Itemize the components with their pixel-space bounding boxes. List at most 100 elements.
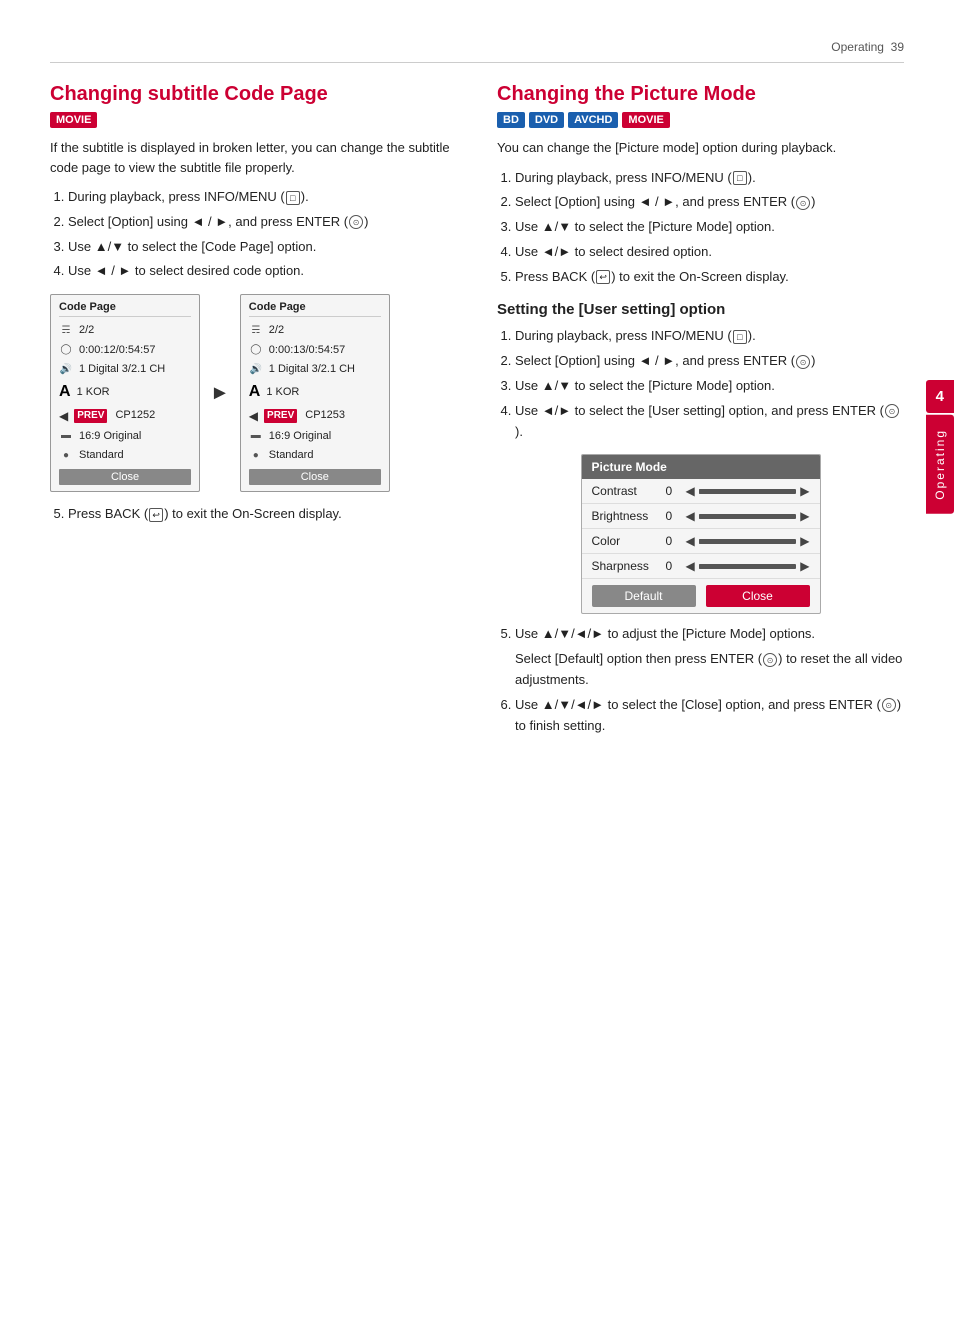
cp-box1-r7-text: Standard [79, 448, 124, 463]
cp-audio-icon: 🔊 [59, 363, 73, 377]
pm-fill-contrast [699, 489, 738, 494]
cp-box2-title: Code Page [249, 301, 381, 317]
cp-box1-r6-text: 16:9 Original [79, 429, 141, 444]
cp-box2-r7-text: Standard [269, 448, 314, 463]
cp-box2-chevron: ◀ [249, 408, 258, 425]
cp-box1-row4: A 1 KOR [59, 379, 191, 405]
back-icon-left: ↩ [149, 508, 163, 522]
cp-box2-row4: A 1 KOR [249, 379, 381, 405]
pm-bar-brightness [699, 514, 797, 519]
cp-box2-r3-text: 1 Digital 3/2.1 CH [269, 362, 355, 377]
pm-chevron-right-sharpness: ▶ [800, 559, 809, 573]
back-icon-r5: ↩ [596, 270, 610, 284]
pm-value-color: 0 [666, 534, 682, 548]
pm-default-button[interactable]: Default [592, 585, 696, 607]
pm-buttons-row: Default Close [582, 579, 820, 613]
sub-section-title: Setting the [User setting] option [497, 301, 904, 318]
pm-value-sharpness: 0 [666, 559, 682, 573]
side-tab-number: 4 [926, 380, 954, 413]
right-steps-continued: Use ▲/▼/◄/► to adjust the [Picture Mode]… [515, 624, 904, 736]
pm-track-sharpness [699, 564, 797, 569]
pm-bar-color [699, 539, 797, 544]
sub-step-4: Use ◄/► to select the [User setting] opt… [515, 401, 904, 443]
pm-label-contrast: Contrast [592, 484, 662, 498]
left-intro: If the subtitle is displayed in broken l… [50, 138, 457, 177]
pm-row-contrast: Contrast 0 ◀ ▶ [582, 479, 820, 504]
left-section-title: Changing subtitle Code Page [50, 83, 457, 106]
pm-bar-contrast [699, 489, 797, 494]
sub-step-3: Use ▲/▼ to select the [Picture Mode] opt… [515, 376, 904, 397]
sub-step-2: Select [Option] using ◄ / ►, and press E… [515, 351, 904, 372]
pm-row-brightness: Brightness 0 ◀ ▶ [582, 504, 820, 529]
code-page-box-2: Code Page ☴ 2/2 ◯ 0:00:13/0:54:57 🔊 1 Di… [240, 294, 390, 492]
code-page-container: Code Page ☴ 2/2 ◯ 0:00:12/0:54:57 🔊 1 Di… [50, 294, 457, 492]
cp-box2-letter: A [249, 381, 261, 403]
left-step-5: Press BACK (↩) to exit the On-Screen dis… [68, 504, 457, 525]
pm-chevron-right-contrast: ▶ [800, 484, 809, 498]
right-column: Changing the Picture Mode BD DVD AVCHD M… [497, 83, 904, 748]
picture-mode-title: Picture Mode [582, 455, 820, 479]
pm-label-brightness: Brightness [592, 509, 662, 523]
cp-standard-icon1: ● [59, 449, 73, 463]
info-menu-icon-s1: □ [733, 330, 747, 344]
cp-ratio-icon2: ▬ [249, 429, 263, 443]
left-step-2: Select [Option] using ◄ / ►, and press E… [68, 212, 457, 233]
enter-icon-6: ⊙ [882, 698, 896, 712]
badge-dvd: DVD [529, 112, 564, 128]
cp-box2-close-btn[interactable]: Close [249, 469, 381, 485]
pm-row-sharpness: Sharpness 0 ◀ ▶ [582, 554, 820, 579]
sub-step-1: During playback, press INFO/MENU (□). [515, 326, 904, 347]
enter-icon-s4: ⊙ [885, 404, 899, 418]
cp-box2-r6-text: 16:9 Original [269, 429, 331, 444]
left-step-3: Use ▲/▼ to select the [Code Page] option… [68, 237, 457, 258]
right-intro: You can change the [Picture mode] option… [497, 138, 904, 158]
cp-box1-title: Code Page [59, 301, 191, 317]
picture-mode-box: Picture Mode Contrast 0 ◀ ▶ Brightness 0 [581, 454, 821, 614]
arrow-right-icon: ► [210, 382, 230, 405]
right-step-4: Use ◄/► to select desired option. [515, 242, 904, 263]
cp-box2-r2-text: 0:00:13/0:54:57 [269, 343, 345, 358]
cp-disc-icon2: ☴ [249, 324, 263, 338]
pm-track-color [699, 539, 797, 544]
pm-chevron-left-brightness: ◀ [686, 509, 695, 523]
pm-close-button[interactable]: Close [706, 585, 810, 607]
info-menu-icon: □ [286, 191, 300, 205]
cp-box2-r4-text: 1 KOR [266, 385, 299, 400]
pm-track-contrast [699, 489, 797, 494]
badge-bd: BD [497, 112, 525, 128]
cp-box2-r5-text: CP1253 [305, 408, 345, 423]
cp-box2-row3: 🔊 1 Digital 3/2.1 CH [249, 360, 381, 379]
left-step-4: Use ◄ / ► to select desired code option. [68, 261, 457, 282]
pm-label-sharpness: Sharpness [592, 559, 662, 573]
cp-box2-row5: ◀ PREV CP1253 [249, 406, 381, 427]
badge-avchd: AVCHD [568, 112, 618, 128]
right-step-5b: Use ▲/▼/◄/► to adjust the [Picture Mode]… [515, 624, 904, 690]
cp-box1-r1-text: 2/2 [79, 323, 94, 338]
cp-box2-row6: ▬ 16:9 Original [249, 427, 381, 446]
pm-track-brightness [699, 514, 797, 519]
cp-box2-r1-text: 2/2 [269, 323, 284, 338]
code-page-box-1: Code Page ☴ 2/2 ◯ 0:00:12/0:54:57 🔊 1 Di… [50, 294, 200, 492]
pm-fill-color [699, 539, 738, 544]
cp-box1-r3-text: 1 Digital 3/2.1 CH [79, 362, 165, 377]
right-step-1: During playback, press INFO/MENU (□). [515, 168, 904, 189]
cp-box2-row2: ◯ 0:00:13/0:54:57 [249, 341, 381, 360]
left-steps: During playback, press INFO/MENU (□). Se… [68, 187, 457, 282]
cp-box1-letter: A [59, 381, 71, 403]
right-step-3: Use ▲/▼ to select the [Picture Mode] opt… [515, 217, 904, 238]
cp-badge-prev1: PREV [74, 409, 107, 423]
cp-box1-row6: ▬ 16:9 Original [59, 427, 191, 446]
pm-row-color: Color 0 ◀ ▶ [582, 529, 820, 554]
pm-bar-sharpness [699, 564, 797, 569]
right-step-5: Press BACK (↩) to exit the On-Screen dis… [515, 267, 904, 288]
side-tab-label: Operating [926, 415, 954, 514]
cp-box1-row2: ◯ 0:00:12/0:54:57 [59, 341, 191, 360]
pm-fill-brightness [699, 514, 738, 519]
side-tab-container: 4 Operating [926, 380, 954, 514]
right-step-6: Use ▲/▼/◄/► to select the [Close] option… [515, 695, 904, 737]
cp-box1-close-btn[interactable]: Close [59, 469, 191, 485]
pm-value-brightness: 0 [666, 509, 682, 523]
section-label: Operating [831, 40, 884, 54]
cp-time-icon2: ◯ [249, 343, 263, 357]
right-section-title: Changing the Picture Mode [497, 83, 904, 106]
